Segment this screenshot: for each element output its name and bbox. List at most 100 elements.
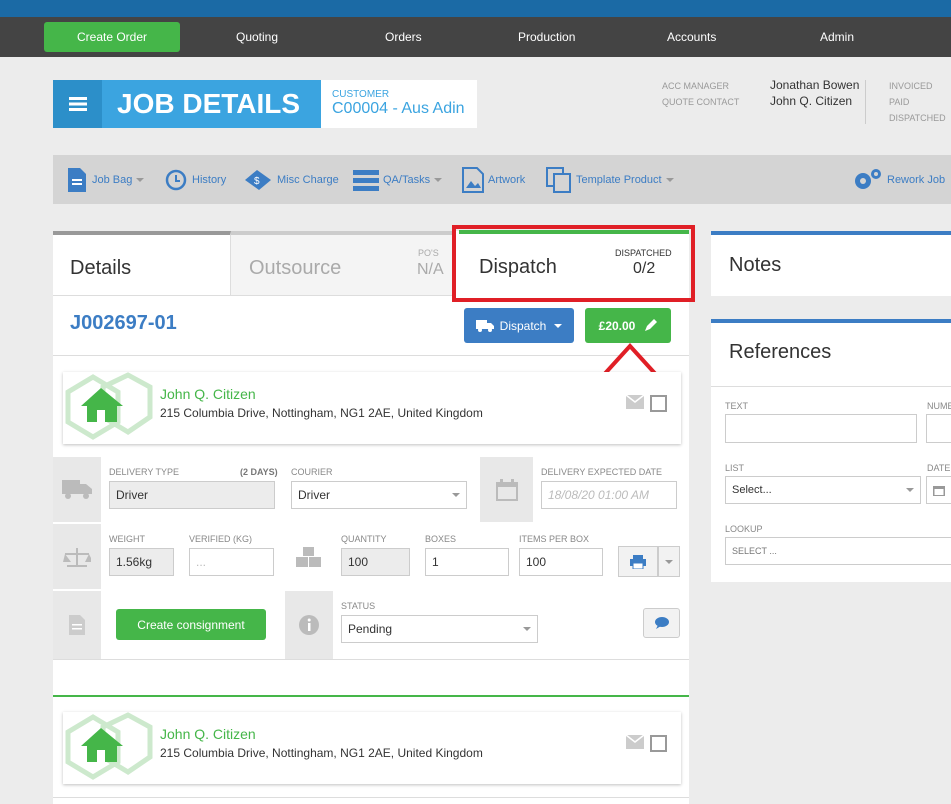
select-checkbox[interactable]	[650, 395, 667, 412]
print-dropdown-button[interactable]	[658, 546, 680, 577]
dispatched-label: DISPATCHED	[889, 113, 946, 123]
customer-box[interactable]: CUSTOMER C00004 - Aus Adin	[321, 80, 477, 128]
invoiced-label: INVOICED	[889, 81, 933, 91]
template-product-label: Template Product	[576, 174, 662, 186]
status-select[interactable]: Pending	[341, 615, 538, 643]
customer-value[interactable]: C00004 - Aus Adin	[332, 100, 477, 118]
chevron-down-icon	[554, 323, 563, 328]
courier-value: Driver	[298, 488, 330, 502]
verified-input[interactable]: ...	[189, 548, 274, 576]
items-per-box-input[interactable]: 100	[519, 548, 603, 576]
highlight-box	[452, 225, 695, 302]
tab-details-label: Details	[70, 257, 132, 279]
job-bag-button[interactable]: Job Bag	[66, 162, 145, 198]
references-title: References	[729, 341, 832, 363]
dispatch-button-label: Dispatch	[499, 318, 547, 333]
rework-job-button[interactable]: Rework Job	[853, 162, 945, 198]
text-textarea[interactable]	[725, 414, 917, 443]
select-checkbox[interactable]	[650, 735, 667, 752]
number-input[interactable]	[926, 414, 951, 443]
boxes-input[interactable]: 1	[425, 548, 509, 576]
text-label: TEXT	[725, 401, 749, 411]
delivery-expected-input[interactable]: 18/08/20 01:00 AM	[541, 481, 677, 509]
qa-tasks-label: QA/Tasks	[383, 174, 431, 186]
nav-admin[interactable]: Admin	[820, 30, 854, 44]
chevron-down-icon	[434, 178, 443, 182]
job-number: J002697-01	[70, 312, 177, 334]
calendar-icon	[480, 457, 533, 522]
courier-select[interactable]: Driver	[291, 481, 467, 509]
boxes-icon	[285, 524, 333, 589]
weight-field[interactable]: 1.56kg	[109, 548, 174, 576]
delivery-days: (2 DAYS)	[240, 467, 278, 477]
weight-label: WEIGHT	[109, 534, 145, 544]
list-value: Select...	[732, 484, 772, 496]
ticket-icon: $	[245, 170, 271, 190]
dispatch-button[interactable]: Dispatch	[464, 308, 574, 343]
quantity-label: QUANTITY	[341, 534, 387, 544]
date-input[interactable]	[926, 476, 951, 504]
comment-button[interactable]	[643, 608, 680, 638]
misc-charge-button[interactable]: $ Misc Charge	[243, 162, 339, 198]
truck-icon	[475, 319, 494, 332]
chevron-down-icon	[136, 178, 145, 182]
nav-accounts[interactable]: Accounts	[667, 30, 716, 44]
artwork-button[interactable]: Artwork	[462, 162, 525, 198]
comment-icon	[654, 617, 669, 629]
qa-tasks-button[interactable]: QA/Tasks	[353, 162, 443, 198]
header-divider	[865, 80, 866, 124]
verified-label: VERIFIED (KG)	[189, 534, 253, 544]
gears-icon	[855, 169, 881, 189]
chevron-down-icon	[906, 488, 914, 492]
history-icon	[165, 169, 187, 191]
house-icon	[65, 712, 153, 780]
tab-outsource-label: Outsource	[249, 257, 342, 279]
chevron-down-icon	[452, 493, 460, 497]
date-label: DATE	[927, 463, 951, 473]
job-bag-label: Job Bag	[92, 174, 133, 186]
section-separator	[53, 695, 689, 697]
quantity-field[interactable]: 100	[341, 548, 410, 576]
menu-icon[interactable]	[53, 80, 102, 128]
delivery-expected-label: DELIVERY EXPECTED DATE	[541, 467, 663, 477]
notes-panel: Notes	[711, 231, 951, 296]
divider	[53, 355, 689, 356]
divider	[711, 386, 951, 387]
delivery-type-field[interactable]: Driver	[109, 481, 275, 509]
delivery-type-label: DELIVERY TYPE	[109, 467, 180, 477]
courier-label: COURIER	[291, 467, 333, 477]
server-icon	[353, 170, 379, 191]
template-product-button[interactable]: Template Product	[546, 162, 674, 198]
envelope-icon[interactable]	[626, 395, 644, 409]
create-consignment-button[interactable]: Create consignment	[116, 609, 266, 640]
lookup-label: LOOKUP	[725, 524, 763, 534]
quote-contact-label: QUOTE CONTACT	[662, 97, 740, 107]
notes-title: Notes	[729, 254, 782, 276]
file-icon	[53, 591, 101, 659]
pos-label: PO'S	[418, 248, 439, 258]
lookup-select[interactable]: SELECT ...	[725, 537, 951, 565]
history-button[interactable]: History	[164, 162, 226, 198]
acc-manager-value: Jonathan Bowen	[770, 78, 860, 92]
address-text: 215 Columbia Drive, Nottingham, NG1 2AE,…	[160, 406, 483, 420]
create-order-button[interactable]: Create Order	[44, 22, 180, 52]
chevron-down-icon	[665, 559, 673, 564]
scale-icon	[53, 524, 101, 589]
nav-production[interactable]: Production	[518, 30, 575, 44]
pos-value: N/A	[417, 261, 444, 278]
print-button[interactable]	[618, 546, 658, 577]
envelope-icon[interactable]	[626, 735, 644, 749]
history-label: History	[192, 174, 227, 186]
address-name: John Q. Citizen	[160, 386, 256, 402]
chevron-down-icon	[523, 627, 531, 631]
nav-quoting[interactable]: Quoting	[236, 30, 278, 44]
quote-contact-value: John Q. Citizen	[770, 94, 853, 108]
price-label: £20.00	[598, 318, 636, 333]
misc-charge-label: Misc Charge	[277, 174, 339, 186]
list-select[interactable]: Select...	[725, 476, 921, 504]
price-edit-button[interactable]: £20.00	[585, 308, 671, 343]
nav-orders[interactable]: Orders	[385, 30, 422, 44]
chevron-down-icon	[665, 178, 674, 182]
tab-details[interactable]: Details	[53, 231, 231, 296]
status-label: STATUS	[341, 601, 376, 611]
